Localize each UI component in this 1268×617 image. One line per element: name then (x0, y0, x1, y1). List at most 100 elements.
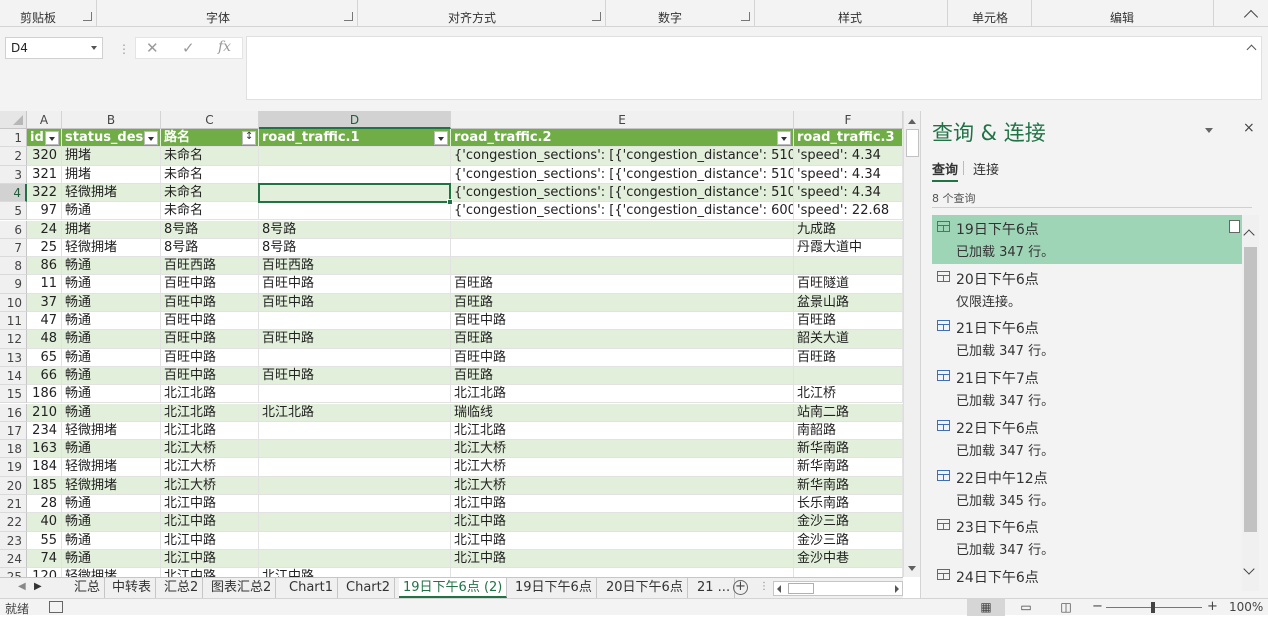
dialog-launcher-icon[interactable] (741, 12, 750, 21)
table-cell[interactable]: 百旺中路 (161, 275, 259, 294)
table-cell[interactable] (451, 568, 794, 577)
table-cell[interactable]: 北江中路 (161, 513, 259, 532)
row-header[interactable]: 6 (0, 220, 27, 239)
table-cell[interactable]: 8号路 (161, 220, 259, 239)
table-cell[interactable]: 畅通 (62, 549, 161, 569)
table-cell[interactable] (451, 238, 794, 258)
row-header[interactable]: 4 (0, 183, 27, 203)
table-cell[interactable]: 韶关大道 (794, 330, 903, 349)
close-icon[interactable]: × (1243, 120, 1255, 136)
table-cell[interactable] (451, 220, 794, 239)
table-cell[interactable]: 北江中路 (259, 568, 451, 577)
table-cell[interactable]: 74 (27, 549, 62, 569)
table-cell[interactable]: 8号路 (259, 220, 451, 239)
table-cell[interactable]: 百旺中路 (161, 366, 259, 386)
sheet-tab[interactable]: 19日下午6点 (2) (399, 578, 508, 598)
table-cell[interactable]: 轻微拥堵 (62, 568, 161, 577)
table-cell[interactable]: 百旺西路 (259, 257, 451, 276)
table-cell[interactable]: 轻微拥堵 (62, 421, 161, 441)
table-cell[interactable] (259, 440, 451, 459)
table-cell[interactable]: 畅通 (62, 366, 161, 386)
table-cell[interactable]: 百旺中路 (259, 330, 451, 349)
chevron-down-icon[interactable] (91, 46, 97, 50)
scroll-right-icon[interactable] (895, 585, 899, 593)
table-cell[interactable]: 北江中路 (161, 495, 259, 514)
query-item[interactable]: 24日下午6点 (932, 563, 1242, 591)
row-header[interactable]: 20 (0, 476, 27, 495)
row-header[interactable]: 24 (0, 549, 27, 569)
add-sheet-button[interactable]: + (733, 580, 748, 595)
query-list-scrollbar[interactable] (1242, 215, 1259, 591)
table-cell[interactable]: 北江大桥 (451, 476, 794, 495)
row-header[interactable]: 19 (0, 458, 27, 477)
query-item[interactable]: 22日中午12点 已加载 345 行。 (932, 464, 1242, 513)
scroll-up-icon[interactable] (908, 119, 916, 124)
table-cell[interactable]: 百旺中路 (161, 348, 259, 367)
table-cell[interactable]: 百旺中路 (259, 275, 451, 294)
table-cell[interactable] (259, 183, 451, 203)
zoom-level[interactable]: 100% (1229, 600, 1263, 614)
table-cell[interactable]: 畅通 (62, 440, 161, 459)
table-cell[interactable] (259, 513, 451, 532)
table-cell[interactable]: 新华南路 (794, 440, 903, 459)
table-cell[interactable]: 百旺路 (794, 312, 903, 331)
sheet-tab[interactable]: 汇总 (70, 578, 106, 598)
table-cell[interactable]: 北江桥 (794, 385, 903, 404)
table-cell[interactable]: 百旺中路 (259, 366, 451, 386)
table-cell[interactable]: 未命名 (161, 183, 259, 203)
table-cell[interactable]: 百旺路 (451, 275, 794, 294)
filter-dropdown-icon[interactable] (45, 131, 59, 145)
sheet-tab[interactable]: 汇总2 (160, 578, 204, 598)
table-cell[interactable]: 畅通 (62, 202, 161, 221)
scroll-up-icon[interactable] (1243, 229, 1255, 241)
table-cell[interactable]: 北江大桥 (161, 476, 259, 495)
column-header-a[interactable]: A (27, 111, 62, 129)
table-cell[interactable]: 轻微拥堵 (62, 183, 161, 203)
table-cell[interactable]: 321 (27, 165, 62, 184)
column-header-d[interactable]: D (259, 111, 451, 129)
row-header[interactable]: 2 (0, 147, 27, 166)
table-cell[interactable] (259, 476, 451, 495)
row-header[interactable]: 11 (0, 312, 27, 331)
zoom-slider-thumb[interactable] (1151, 602, 1155, 613)
table-cell[interactable]: 百旺路 (794, 348, 903, 367)
row-header[interactable]: 23 (0, 531, 27, 550)
sheet-tab[interactable]: 19日下午6点 (511, 578, 597, 598)
table-cell[interactable] (794, 366, 903, 386)
table-cell[interactable] (259, 421, 451, 441)
table-cell[interactable]: 百旺中路 (161, 312, 259, 331)
table-cell[interactable]: 百旺中路 (161, 293, 259, 312)
peek-document-icon[interactable] (1229, 220, 1240, 233)
scroll-down-icon[interactable] (908, 566, 916, 571)
query-item[interactable]: 21日下午7点 已加载 347 行。 (932, 364, 1242, 413)
table-cell[interactable]: 百旺西路 (161, 257, 259, 276)
table-cell[interactable]: 南韶路 (794, 421, 903, 441)
table-cell[interactable]: 55 (27, 531, 62, 550)
table-cell[interactable]: 新华南路 (794, 458, 903, 477)
table-cell[interactable]: 北江北路 (451, 385, 794, 404)
table-cell[interactable]: {'congestion_sections': [{'congestion_di… (451, 183, 794, 203)
table-cell[interactable]: 北江中路 (161, 568, 259, 577)
page-break-icon[interactable]: ◫ (1047, 599, 1085, 616)
table-cell[interactable] (259, 348, 451, 367)
table-cell[interactable]: 畅通 (62, 531, 161, 550)
table-cell[interactable]: 北江北路 (161, 385, 259, 404)
table-cell[interactable]: 百旺路 (451, 330, 794, 349)
tab-queries[interactable]: 查询 (932, 159, 959, 182)
table-cell[interactable]: 丹霞大道中 (794, 238, 903, 258)
table-cell[interactable]: 畅通 (62, 312, 161, 331)
table-cell[interactable]: 北江大桥 (161, 440, 259, 459)
table-cell[interactable]: 新华南路 (794, 476, 903, 495)
vertical-scrollbar[interactable] (903, 111, 920, 577)
scroll-left-icon[interactable] (777, 585, 781, 593)
table-cell[interactable] (794, 568, 903, 577)
table-cell[interactable]: 百旺中路 (161, 330, 259, 349)
row-header[interactable]: 15 (0, 385, 27, 404)
enter-icon[interactable]: ✓ (182, 39, 195, 57)
row-header[interactable]: 22 (0, 513, 27, 532)
table-cell[interactable]: 长乐南路 (794, 495, 903, 514)
table-cell[interactable]: 186 (27, 385, 62, 404)
table-cell[interactable]: 畅通 (62, 513, 161, 532)
scroll-thumb[interactable] (788, 583, 814, 594)
scroll-down-icon[interactable] (1243, 563, 1255, 575)
